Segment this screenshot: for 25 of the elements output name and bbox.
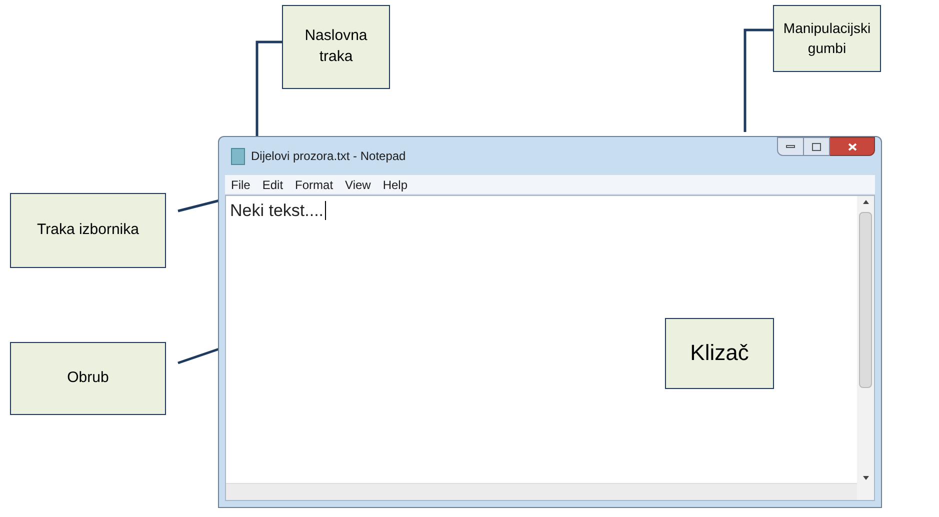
document-text: Neki tekst.... bbox=[230, 201, 326, 220]
minimize-button[interactable] bbox=[777, 137, 804, 156]
callout-label: Traka izbornika bbox=[10, 193, 166, 268]
scroll-down-icon bbox=[862, 476, 868, 480]
leader-line bbox=[178, 348, 220, 364]
maximize-button[interactable] bbox=[804, 137, 830, 156]
notepad-icon bbox=[231, 148, 245, 164]
maximize-icon bbox=[812, 142, 821, 150]
vertical-scrollbar[interactable] bbox=[857, 196, 874, 500]
scrollbar-thumb[interactable] bbox=[859, 212, 872, 388]
minimize-icon bbox=[786, 145, 795, 148]
callout-label: Klizač bbox=[665, 318, 774, 389]
menu-item[interactable]: View bbox=[345, 176, 371, 194]
horizontal-scrollbar[interactable] bbox=[226, 483, 857, 500]
menu-item[interactable]: Format bbox=[295, 176, 334, 194]
window-title: Dijelovi prozora.txt - Notepad bbox=[251, 148, 406, 165]
callout-label: Manipulacijski gumbi bbox=[773, 5, 881, 72]
close-button[interactable] bbox=[830, 137, 875, 156]
close-icon bbox=[848, 142, 856, 150]
menu-item[interactable]: File bbox=[231, 176, 250, 194]
menu-item[interactable]: Help bbox=[382, 176, 408, 194]
callout-label: Naslovna traka bbox=[282, 5, 390, 89]
menu-item[interactable]: Edit bbox=[262, 176, 284, 194]
scroll-up-icon bbox=[862, 200, 868, 204]
callout-label: Obrub bbox=[10, 342, 166, 415]
